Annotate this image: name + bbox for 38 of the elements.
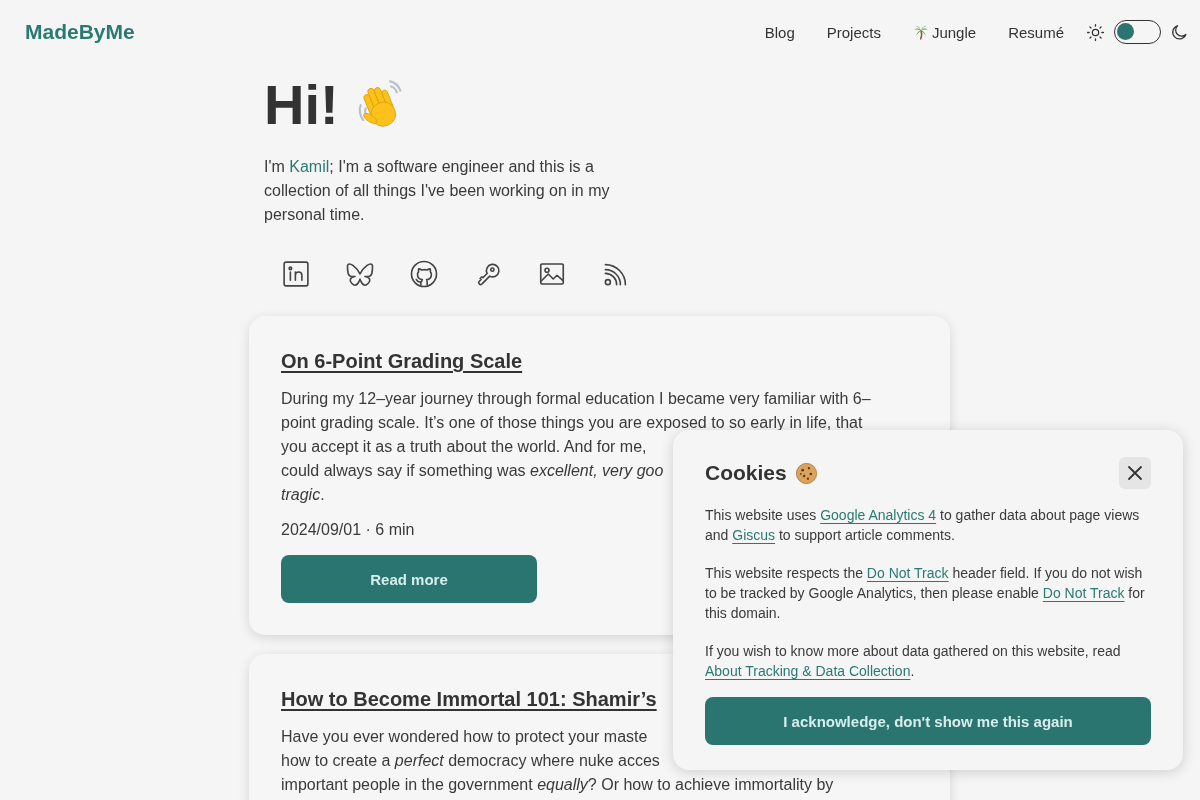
theme-toggle[interactable]: [1114, 20, 1161, 44]
github-icon[interactable]: [409, 259, 439, 289]
cookie-title: Cookies: [705, 461, 787, 485]
text-link[interactable]: Kamil: [289, 158, 330, 175]
excerpt-line: During my 12–year journey through formal education I became very familiar with 6–: [281, 389, 871, 409]
cookie-text: This website respects the Do Not Track header field. If you do not wish to be tracked by Google Analytics, then please enable Do Not Track for this domain.: [705, 564, 1146, 623]
text-link[interactable]: Google Analytics 4: [820, 507, 937, 523]
sun-icon: [1086, 22, 1105, 42]
excerpt-line: tragic.: [281, 485, 325, 505]
site-logo[interactable]: MadeByMe: [25, 20, 135, 44]
cookie-icon: [794, 461, 818, 485]
close-icon: [1127, 465, 1143, 481]
post-meta: 2024/09/01 · 6 min: [281, 520, 415, 540]
intro-text: I'm Kamil; I'm a software engineer and this is a collection of all things I've been working on in my personal time.: [264, 157, 611, 225]
moon-icon: [1170, 22, 1189, 42]
nav-link[interactable]: Blog: [764, 23, 795, 41]
nav-link[interactable]: Resumé: [1008, 23, 1064, 41]
palm-tree-icon: [912, 24, 929, 40]
close-button[interactable]: [1119, 457, 1151, 489]
nav-link[interactable]: Projects: [826, 23, 881, 41]
cookie-text: If you wish to know more about data gathered on this website, read About Tracking & Data Collection.: [705, 642, 1122, 681]
excerpt-line: important people in the government equally? Or how to achieve immortality by: [281, 775, 834, 795]
linkedin-icon[interactable]: [281, 259, 311, 289]
post-title-link[interactable]: On 6-Point Grading Scale: [281, 348, 523, 374]
post-title-link[interactable]: How to Become Immortal 101: Shamir’s: [281, 686, 657, 712]
acknowledge-button[interactable]: I acknowledge, don't show me this again: [705, 697, 1151, 745]
excerpt-line: Have you ever wondered how to protect your maste: [281, 727, 648, 747]
read-more-button[interactable]: Read more: [281, 555, 537, 603]
text-link[interactable]: Do Not Track: [1042, 585, 1125, 601]
text-link[interactable]: Do Not Track: [866, 565, 949, 581]
excerpt-line: could always say if something was excellent, very goo: [281, 461, 664, 481]
cookie-text: This website uses Google Analytics 4 to gather data about page views and Giscus to support article comments.: [705, 506, 1141, 545]
excerpt-line: you accept it as a truth about the world. And for me,: [281, 437, 647, 457]
nav-link[interactable]: Jungle: [912, 23, 977, 41]
excerpt-line: how to create a perfect democracy where nuke acces: [281, 751, 660, 771]
page-heading: Hi!: [264, 76, 339, 134]
excerpt-line: point grading scale. It’s one of those things you are exposed to so early in life, that: [281, 413, 863, 433]
text-link[interactable]: Giscus: [732, 527, 776, 543]
